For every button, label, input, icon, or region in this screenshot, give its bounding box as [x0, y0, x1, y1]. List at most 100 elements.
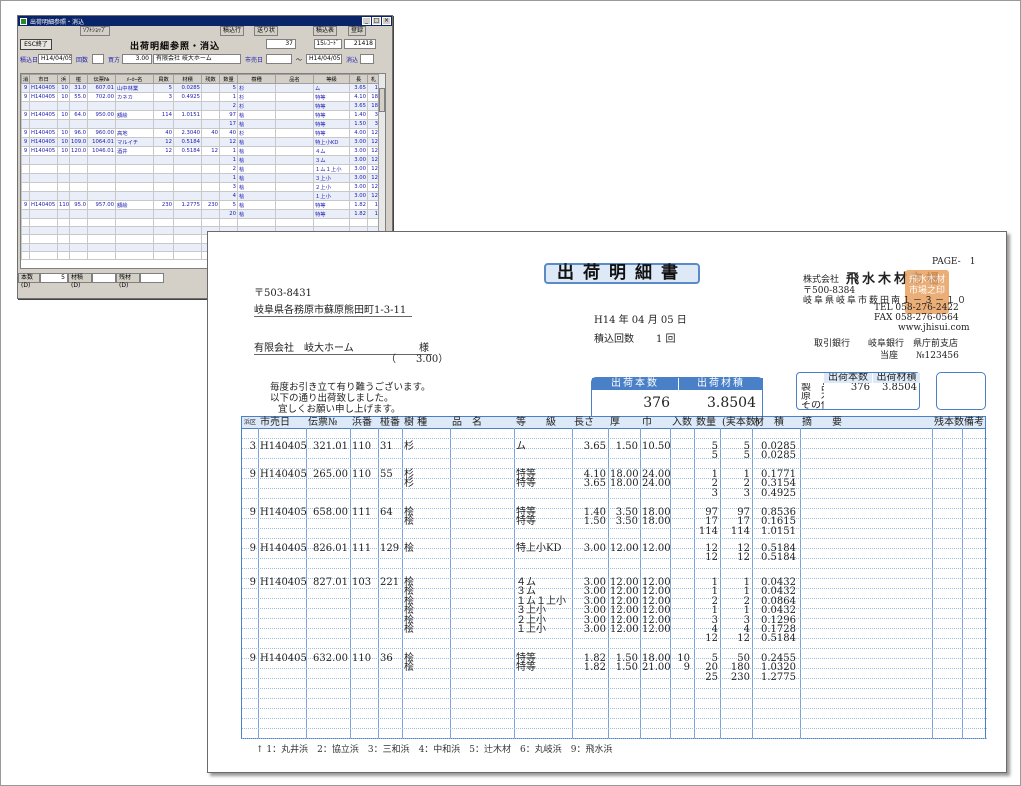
- grid-cell[interactable]: [201, 164, 220, 174]
- grid-cell[interactable]: 10: [57, 110, 70, 120]
- grid-cell[interactable]: [153, 173, 174, 183]
- grid-row[interactable]: 2 杉特等 3.65 18: [21, 101, 380, 111]
- grid-row[interactable]: 9 H140405 10 64.0 950.00 額絵 114 1.0151 97 桧 特等 1.40…: [21, 110, 380, 120]
- grid-row[interactable]: 4 桧 １上小 3.00 12: [21, 191, 380, 201]
- grid-cell[interactable]: 特等: [313, 209, 350, 219]
- grid-column-header[interactable]: 長: [349, 74, 368, 84]
- grid-cell[interactable]: 5: [219, 200, 238, 210]
- grid-cell[interactable]: [201, 173, 220, 183]
- grid-cell[interactable]: １上小: [313, 191, 350, 201]
- grid-cell[interactable]: [21, 182, 30, 192]
- grid-cell[interactable]: [87, 182, 116, 192]
- grid-row[interactable]: 9 H140405 10 96.0 960.00 高地 40 2.3040 40 40 杉特等 4.0…: [21, 128, 380, 138]
- grid-cell[interactable]: [275, 164, 314, 174]
- grid-cell[interactable]: ３上小: [313, 173, 350, 183]
- grid-row[interactable]: 1 桧 ３上小 3.00 12: [21, 173, 380, 183]
- grid-column-header[interactable]: 員数: [153, 74, 174, 84]
- grid-cell[interactable]: [275, 217, 314, 228]
- grid-cell[interactable]: [153, 101, 174, 111]
- grid-cell[interactable]: 31.0: [69, 83, 88, 93]
- grid-cell[interactable]: [87, 234, 116, 244]
- grid-cell[interactable]: 120.0: [69, 146, 88, 156]
- grid-cell[interactable]: [173, 182, 202, 192]
- grid-cell[interactable]: 3.00: [349, 173, 368, 183]
- grid-cell[interactable]: [201, 217, 220, 228]
- grid-cell[interactable]: [29, 173, 58, 183]
- grid-cell[interactable]: 10: [57, 92, 70, 102]
- grid-cell[interactable]: [21, 191, 30, 201]
- grid-cell[interactable]: 110: [57, 200, 70, 210]
- grid-column-header[interactable]: 材積: [173, 74, 202, 84]
- grid-cell[interactable]: 1046.01: [87, 146, 116, 156]
- grid-cell[interactable]: [173, 119, 202, 129]
- grid-cell[interactable]: [275, 137, 314, 147]
- grid-cell[interactable]: 10: [57, 128, 70, 138]
- grid-cell[interactable]: 杉: [237, 128, 276, 138]
- grid-cell[interactable]: ３ム: [313, 155, 350, 165]
- grid-cell[interactable]: 12: [153, 146, 174, 156]
- load-date-field[interactable]: H14/04/05: [38, 54, 72, 64]
- invoice-button[interactable]: 送り状: [254, 26, 279, 36]
- grid-cell[interactable]: [313, 217, 350, 228]
- grid-cell[interactable]: [173, 209, 202, 219]
- grid-cell[interactable]: 桧: [237, 146, 276, 156]
- grid-cell[interactable]: [275, 146, 314, 156]
- grid-cell[interactable]: [29, 101, 58, 111]
- grid-cell[interactable]: 12: [219, 137, 238, 147]
- grid-column-header[interactable]: 伝票№: [87, 74, 116, 84]
- scroll-thumb[interactable]: [379, 88, 385, 112]
- grid-cell[interactable]: [29, 155, 58, 165]
- grid-cell[interactable]: [29, 242, 58, 252]
- grid-cell[interactable]: 酒井: [115, 146, 154, 156]
- grid-cell[interactable]: 1.2775: [173, 200, 202, 210]
- grid-cell[interactable]: 702.00: [87, 92, 116, 102]
- grid-cell[interactable]: [201, 92, 220, 102]
- grid-row[interactable]: 9 H140405 110 95.0 957.00 額絵 230 1.2775 230 5 桧特等 1…: [21, 200, 380, 210]
- grid-cell[interactable]: 1.0151: [173, 110, 202, 120]
- grid-cell[interactable]: [201, 155, 220, 165]
- grid-row[interactable]: [21, 217, 380, 228]
- grid-cell[interactable]: [87, 155, 116, 165]
- grid-cell[interactable]: 桧: [237, 191, 276, 201]
- grid-cell[interactable]: [69, 191, 88, 201]
- grid-cell[interactable]: [57, 173, 70, 183]
- grid-cell[interactable]: 3: [219, 182, 238, 192]
- grid-cell[interactable]: H140405: [29, 200, 58, 210]
- grid-cell[interactable]: [115, 173, 154, 183]
- grid-cell[interactable]: [87, 101, 116, 111]
- grid-cell[interactable]: 桧: [237, 200, 276, 210]
- grid-cell[interactable]: [57, 164, 70, 174]
- grid-cell[interactable]: [69, 217, 88, 228]
- grid-cell[interactable]: [57, 234, 70, 244]
- grid-cell[interactable]: [87, 173, 116, 183]
- grid-cell[interactable]: 1.82: [349, 200, 368, 210]
- grid-cell[interactable]: 額絵: [115, 110, 154, 120]
- grid-cell[interactable]: 9: [21, 128, 30, 138]
- esc-exit-button[interactable]: ESC終了: [20, 39, 52, 50]
- grid-cell[interactable]: 10: [57, 137, 70, 147]
- grid-cell[interactable]: [87, 209, 116, 219]
- grid-cell[interactable]: [173, 173, 202, 183]
- grid-cell[interactable]: [115, 234, 154, 244]
- grid-column-header[interactable]: 数量: [219, 74, 238, 84]
- grid-cell[interactable]: 桧: [237, 209, 276, 219]
- grid-cell[interactable]: [115, 155, 154, 165]
- grid-column-header[interactable]: 等級: [313, 74, 350, 84]
- grid-cell[interactable]: 950.00: [87, 110, 116, 120]
- grid-cell[interactable]: H140405: [29, 137, 58, 147]
- grid-cell[interactable]: [69, 234, 88, 244]
- grid-cell[interactable]: 高地: [115, 128, 154, 138]
- grid-cell[interactable]: 1.40: [349, 110, 368, 120]
- grid-cell[interactable]: [173, 101, 202, 111]
- grid-cell[interactable]: [153, 182, 174, 192]
- grid-cell[interactable]: [69, 164, 88, 174]
- grid-cell[interactable]: [29, 182, 58, 192]
- grid-cell[interactable]: 0.4925: [173, 92, 202, 102]
- loaded-row-button[interactable]: 積込行: [220, 26, 245, 36]
- grid-cell[interactable]: [57, 242, 70, 252]
- grid-cell[interactable]: 230: [153, 200, 174, 210]
- grid-cell[interactable]: H140405: [29, 83, 58, 93]
- grid-cell[interactable]: マルイチ: [115, 137, 154, 147]
- grid-cell[interactable]: [69, 119, 88, 129]
- grid-cell[interactable]: 杉: [237, 101, 276, 111]
